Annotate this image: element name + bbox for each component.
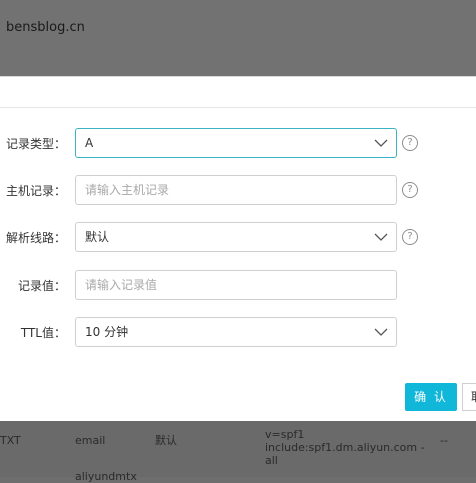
resolution-line-row: 解析线路： 默认 ? — [0, 222, 476, 254]
dialog-header-divider — [0, 107, 476, 108]
host-record-label: 主机记录： — [5, 184, 66, 198]
record-value-placeholder: 请输入记录值 — [85, 278, 158, 292]
ttl-label: TTL值： — [20, 326, 66, 340]
line-cell: 默认 — [155, 434, 177, 447]
help-icon[interactable]: ? — [402, 229, 418, 245]
record-value-row: 记录值： 请输入记录值 — [0, 270, 476, 302]
record-value-label: 记录值： — [17, 279, 66, 293]
help-icon[interactable]: ? — [402, 182, 418, 198]
ttl-cell: -- — [440, 434, 448, 447]
host-record-placeholder: 请输入主机记录 — [85, 183, 170, 197]
chevron-down-icon — [374, 233, 388, 241]
background-record-table: TXT email 默认 v=spf1 include:spf1.dm.aliy… — [0, 420, 476, 483]
record-type-cell: TXT — [0, 434, 21, 447]
chevron-down-icon — [374, 139, 388, 147]
value-cell: v=spf1 include:spf1.dm.aliyun.com -all — [265, 428, 425, 467]
ttl-value: 10 分钟 — [85, 325, 129, 339]
site-domain-label: bensblog.cn — [6, 20, 85, 35]
resolution-line-value: 默认 — [85, 230, 110, 244]
host-cell: email — [75, 434, 106, 447]
page-header: bensblog.cn — [0, 0, 476, 76]
host-record-input[interactable]: 请输入主机记录 — [75, 175, 397, 205]
resolution-line-select[interactable]: 默认 — [75, 222, 397, 252]
ttl-row: TTL值： 10 分钟 — [0, 317, 476, 349]
host-record-row: 主机记录： 请输入主机记录 ? — [0, 175, 476, 207]
record-value-input[interactable]: 请输入记录值 — [75, 270, 397, 300]
record-type-label: 记录类型： — [5, 137, 66, 151]
confirm-button[interactable]: 确 认 — [405, 383, 457, 411]
chevron-down-icon — [374, 328, 388, 336]
ttl-select[interactable]: 10 分钟 — [75, 317, 397, 347]
help-icon[interactable]: ? — [402, 135, 418, 151]
cancel-button[interactable]: 取 — [462, 383, 476, 411]
record-type-select[interactable]: A — [75, 128, 397, 158]
add-record-dialog: 记录类型： A ? 主机记录： 请输入主机记录 ? 解析线路： 默认 ? 记录值… — [0, 76, 476, 421]
record-type-value: A — [85, 136, 94, 150]
resolution-line-label: 解析线路： — [5, 231, 66, 245]
record-type-row: 记录类型： A ? — [0, 128, 476, 160]
